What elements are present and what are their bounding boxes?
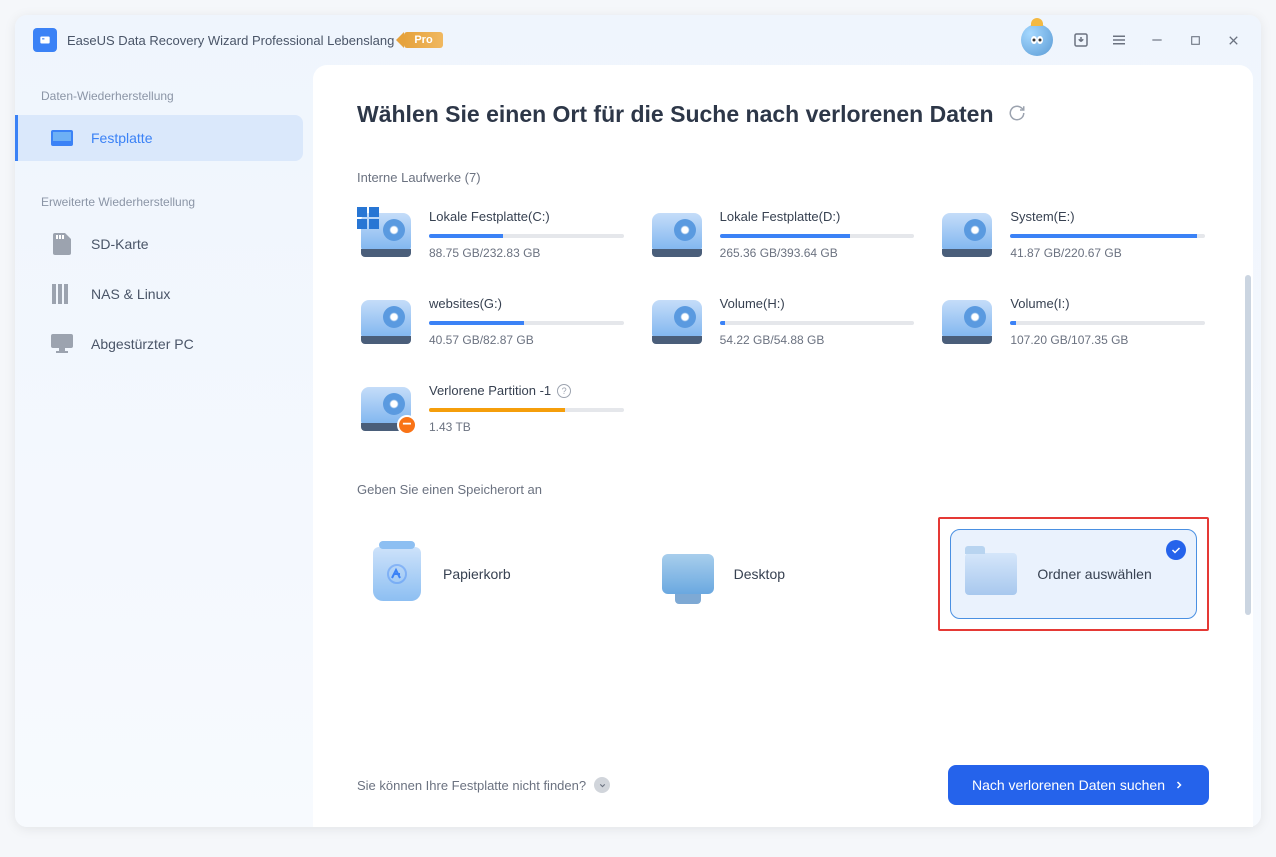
hard-drive-icon: −	[361, 383, 413, 429]
drive-size: 88.75 GB/232.83 GB	[429, 246, 624, 260]
app-logo-icon	[33, 28, 57, 52]
highlight-annotation: Ordner auswählen	[938, 517, 1209, 631]
check-icon	[1166, 540, 1186, 560]
usage-bar	[429, 321, 624, 325]
hard-drive-icon	[361, 296, 413, 342]
hard-drive-icon	[942, 209, 994, 255]
drive-card[interactable]: System(E:) 41.87 GB/220.67 GB	[938, 205, 1209, 264]
maximize-icon[interactable]	[1185, 30, 1205, 50]
drive-size: 54.22 GB/54.88 GB	[720, 333, 915, 347]
page-title: Wählen Sie einen Ort für die Suche nach …	[357, 101, 1209, 128]
app-title: EaseUS Data Recovery Wizard Professional…	[67, 33, 394, 48]
drive-name: Volume(H:)	[720, 296, 915, 311]
usage-bar	[429, 408, 624, 412]
help-icon[interactable]: ?	[557, 384, 571, 398]
hard-drive-icon	[942, 296, 994, 342]
drive-icon	[51, 127, 73, 149]
recycle-bin-icon	[371, 548, 423, 600]
sd-card-icon	[51, 233, 73, 255]
menu-icon[interactable]	[1109, 30, 1129, 50]
section-location-label: Geben Sie einen Speicherort an	[357, 482, 1209, 497]
drive-card[interactable]: websites(G:) 40.57 GB/82.87 GB	[357, 292, 628, 351]
title-bar-actions	[1021, 24, 1243, 56]
sidebar-item-sd-karte[interactable]: SD-Karte	[25, 221, 303, 267]
main-panel: Wählen Sie einen Ort für die Suche nach …	[313, 65, 1253, 827]
drive-size: 107.20 GB/107.35 GB	[1010, 333, 1205, 347]
close-icon[interactable]	[1223, 30, 1243, 50]
drive-card[interactable]: − Verlorene Partition -1? 1.43 TB	[357, 379, 628, 438]
usage-bar	[720, 321, 915, 325]
sidebar: Daten-Wiederherstellung Festplatte Erwei…	[15, 65, 313, 827]
refresh-icon[interactable]	[1008, 101, 1026, 128]
download-icon[interactable]	[1071, 30, 1091, 50]
drive-name: Lokale Festplatte(D:)	[720, 209, 915, 224]
sidebar-item-label: Abgestürzter PC	[91, 336, 194, 352]
minus-icon: −	[397, 415, 417, 435]
sidebar-item-label: Festplatte	[91, 130, 152, 146]
folder-icon	[965, 548, 1017, 600]
minimize-icon[interactable]	[1147, 30, 1167, 50]
location-recycle-bin[interactable]: Papierkorb	[357, 517, 628, 631]
app-window: EaseUS Data Recovery Wizard Professional…	[15, 15, 1261, 827]
pro-badge: Pro	[404, 32, 442, 48]
drive-card[interactable]: Volume(H:) 54.22 GB/54.88 GB	[648, 292, 919, 351]
desktop-icon	[662, 548, 714, 600]
sidebar-item-label: SD-Karte	[91, 236, 149, 252]
drive-size: 40.57 GB/82.87 GB	[429, 333, 624, 347]
drive-card[interactable]: Volume(I:) 107.20 GB/107.35 GB	[938, 292, 1209, 351]
hard-drive-icon	[652, 296, 704, 342]
hard-drive-icon	[361, 209, 413, 255]
drive-name: System(E:)	[1010, 209, 1205, 224]
drive-size: 1.43 TB	[429, 420, 624, 434]
monitor-icon	[51, 333, 73, 355]
hard-drive-icon	[652, 209, 704, 255]
chevron-down-icon	[594, 777, 610, 793]
drive-size: 265.36 GB/393.64 GB	[720, 246, 915, 260]
location-label: Papierkorb	[443, 566, 511, 582]
section-internal-drives-label: Interne Laufwerke (7)	[357, 170, 1209, 185]
sidebar-section-label: Erweiterte Wiederherstellung	[15, 195, 313, 221]
location-desktop[interactable]: Desktop	[648, 517, 919, 631]
scrollbar[interactable]	[1245, 275, 1251, 615]
drive-card[interactable]: Lokale Festplatte(C:) 88.75 GB/232.83 GB	[357, 205, 628, 264]
sidebar-item-festplatte[interactable]: Festplatte	[15, 115, 303, 161]
location-select-folder[interactable]: Ordner auswählen	[950, 529, 1197, 619]
usage-bar	[720, 234, 915, 238]
find-disk-link[interactable]: Sie können Ihre Festplatte nicht finden?	[357, 777, 610, 793]
sidebar-item-nas-linux[interactable]: NAS & Linux	[25, 271, 303, 317]
drive-name: Lokale Festplatte(C:)	[429, 209, 624, 224]
location-grid: Papierkorb Desktop Ordner auswählen	[357, 517, 1209, 631]
sidebar-item-label: NAS & Linux	[91, 286, 170, 302]
location-label: Ordner auswählen	[1037, 566, 1151, 582]
title-bar: EaseUS Data Recovery Wizard Professional…	[15, 15, 1261, 65]
drive-card[interactable]: Lokale Festplatte(D:) 265.36 GB/393.64 G…	[648, 205, 919, 264]
drive-name: Volume(I:)	[1010, 296, 1205, 311]
sidebar-item-crashed-pc[interactable]: Abgestürzter PC	[25, 321, 303, 367]
drive-name: Verlorene Partition -1?	[429, 383, 624, 398]
search-button[interactable]: Nach verlorenen Daten suchen	[948, 765, 1209, 805]
main-scroll-area: Wählen Sie einen Ort für die Suche nach …	[313, 65, 1253, 747]
drive-size: 41.87 GB/220.67 GB	[1010, 246, 1205, 260]
usage-bar	[1010, 321, 1205, 325]
drive-name: websites(G:)	[429, 296, 624, 311]
drive-grid: Lokale Festplatte(C:) 88.75 GB/232.83 GB…	[357, 205, 1209, 438]
usage-bar	[1010, 234, 1205, 238]
location-label: Desktop	[734, 566, 785, 582]
server-icon	[51, 283, 73, 305]
body: Daten-Wiederherstellung Festplatte Erwei…	[15, 65, 1261, 827]
chevron-right-icon	[1173, 779, 1185, 791]
sidebar-section-label: Daten-Wiederherstellung	[15, 89, 313, 115]
usage-bar	[429, 234, 624, 238]
assistant-icon[interactable]	[1021, 24, 1053, 56]
footer-bar: Sie können Ihre Festplatte nicht finden?…	[313, 747, 1253, 827]
